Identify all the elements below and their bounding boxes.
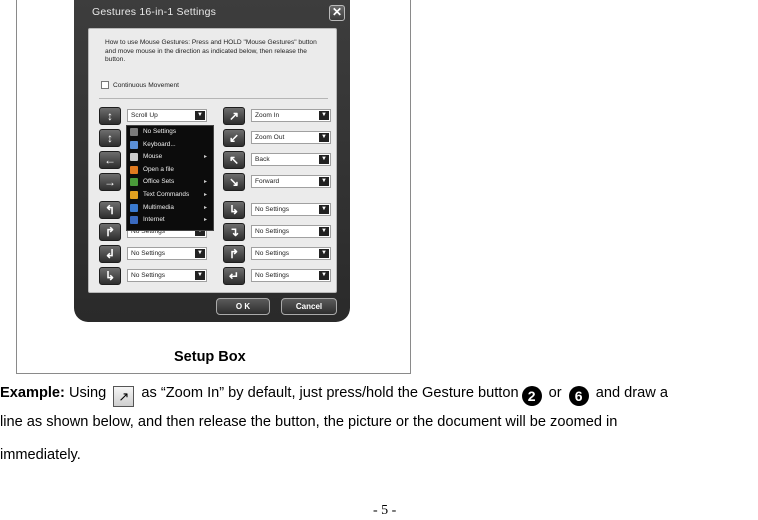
settings-panel: How to use Mouse Gestures: Press and HOL… (88, 28, 337, 293)
gesture-down-icon[interactable]: ↕ (99, 129, 121, 147)
checkbox-box[interactable] (101, 81, 109, 89)
gesture-select[interactable]: Zoom In ▼ (251, 109, 331, 122)
gesture-select[interactable]: Forward ▼ (251, 175, 331, 188)
chevron-right-icon: ▸ (203, 217, 207, 224)
text-icon (130, 190, 138, 199)
gesture-select[interactable]: No Settings ▼ (127, 247, 207, 260)
gesture-select[interactable]: No Settings ▼ (251, 247, 331, 260)
gesture-up-left-icon[interactable]: ↖ (223, 151, 245, 169)
gesture-down-left-turn-icon[interactable]: ↴ (223, 223, 245, 241)
gesture-select[interactable]: No Settings ▼ (127, 269, 207, 282)
keyboard-icon (130, 140, 138, 149)
gesture-select[interactable]: Scroll Up ▼ (127, 109, 207, 122)
chevron-down-icon: ▼ (319, 111, 329, 120)
gesture-up-right-corner-icon[interactable]: ↱ (223, 245, 245, 263)
instructions-text: How to use Mouse Gestures: Press and HOL… (105, 39, 317, 64)
gesture-up-right-icon[interactable]: ↗ (223, 107, 245, 125)
gesture-button-2-icon: 2 (521, 386, 542, 406)
gesture-select[interactable]: No Settings ▼ (251, 225, 331, 238)
chevron-down-icon: ▼ (319, 249, 329, 258)
chevron-down-icon: ▼ (319, 155, 329, 164)
chevron-down-icon: ▼ (319, 205, 329, 214)
gesture-button-6-icon: 6 (568, 386, 589, 406)
menu-item-open-file[interactable]: Open a file (127, 164, 213, 177)
mouse-icon (130, 153, 138, 162)
chevron-right-icon: ▸ (203, 154, 207, 161)
chevron-down-icon: ▼ (195, 249, 205, 258)
example-paragraph-line1: Example: Using ↗ as “Zoom In” by default… (0, 384, 668, 407)
gesture-left-icon[interactable]: ← (99, 151, 121, 169)
divider (99, 98, 328, 99)
internet-icon (130, 216, 138, 225)
ok-button[interactable]: O K (216, 298, 270, 315)
gesture-down-right-icon[interactable]: ↘ (223, 173, 245, 191)
page-number: - 5 - (373, 503, 397, 518)
example-label: Example: (0, 385, 65, 401)
gesture-down-up-right-icon[interactable]: ↳ (99, 267, 121, 285)
example-paragraph-line3: immediately. (0, 447, 81, 463)
gesture-select[interactable]: No Settings ▼ (251, 269, 331, 282)
chevron-down-icon: ▼ (195, 111, 205, 120)
chevron-right-icon: ▸ (203, 204, 207, 211)
menu-item-multimedia[interactable]: Multimedia ▸ (127, 202, 213, 215)
gesture-up-down-left-icon[interactable]: ↲ (99, 245, 121, 263)
menu-item-no-settings[interactable]: No Settings (127, 126, 213, 139)
gesture-down-left-icon[interactable]: ↙ (223, 129, 245, 147)
gesture-down-right-icon[interactable]: ↱ (99, 223, 121, 241)
chevron-down-icon: ▼ (319, 271, 329, 280)
no-settings-icon (130, 128, 138, 136)
multimedia-icon (130, 203, 138, 212)
chevron-down-icon: ▼ (319, 227, 329, 236)
settings-dialog: Gestures 16-in-1 Settings ✕ How to use M… (74, 0, 350, 322)
gesture-right-icon[interactable]: → (99, 173, 121, 191)
gesture-up-right-turn-icon[interactable]: ↳ (223, 201, 245, 219)
chevron-right-icon: ▸ (203, 179, 207, 186)
close-icon[interactable]: ✕ (329, 5, 345, 21)
dialog-title: Gestures 16-in-1 Settings (92, 6, 217, 18)
menu-item-keyboard[interactable]: Keyboard... (127, 139, 213, 152)
menu-item-internet[interactable]: Internet ▸ (127, 214, 213, 227)
continuous-movement-label: Continuous Movement (113, 81, 179, 89)
chevron-down-icon: ▼ (195, 271, 205, 280)
cancel-button[interactable]: Cancel (281, 298, 337, 315)
office-icon (130, 178, 138, 187)
example-paragraph-line2: line as shown below, and then release th… (0, 414, 618, 430)
menu-item-text-commands[interactable]: Text Commands ▸ (127, 189, 213, 202)
gesture-select[interactable]: Back ▼ (251, 153, 331, 166)
gesture-up-left-icon[interactable]: ↰ (99, 201, 121, 219)
title-bar: Gestures 16-in-1 Settings ✕ (74, 0, 350, 28)
figure-caption: Setup Box (174, 349, 246, 365)
chevron-down-icon: ▼ (319, 177, 329, 186)
zoom-in-gesture-icon: ↗ (113, 386, 135, 407)
gesture-action-menu: No Settings Keyboard... Mouse ▸ Open a fi… (126, 125, 214, 231)
continuous-movement-checkbox[interactable]: Continuous Movement (101, 81, 179, 89)
gesture-select[interactable]: No Settings ▼ (251, 203, 331, 216)
chevron-down-icon: ▼ (319, 133, 329, 142)
gesture-up-icon[interactable]: ↕ (99, 107, 121, 125)
file-icon (130, 165, 138, 174)
gesture-select[interactable]: Zoom Out ▼ (251, 131, 331, 144)
menu-item-mouse[interactable]: Mouse ▸ (127, 151, 213, 164)
menu-item-office-sets[interactable]: Office Sets ▸ (127, 176, 213, 189)
chevron-right-icon: ▸ (203, 191, 207, 198)
gesture-down-right-corner-icon[interactable]: ↵ (223, 267, 245, 285)
